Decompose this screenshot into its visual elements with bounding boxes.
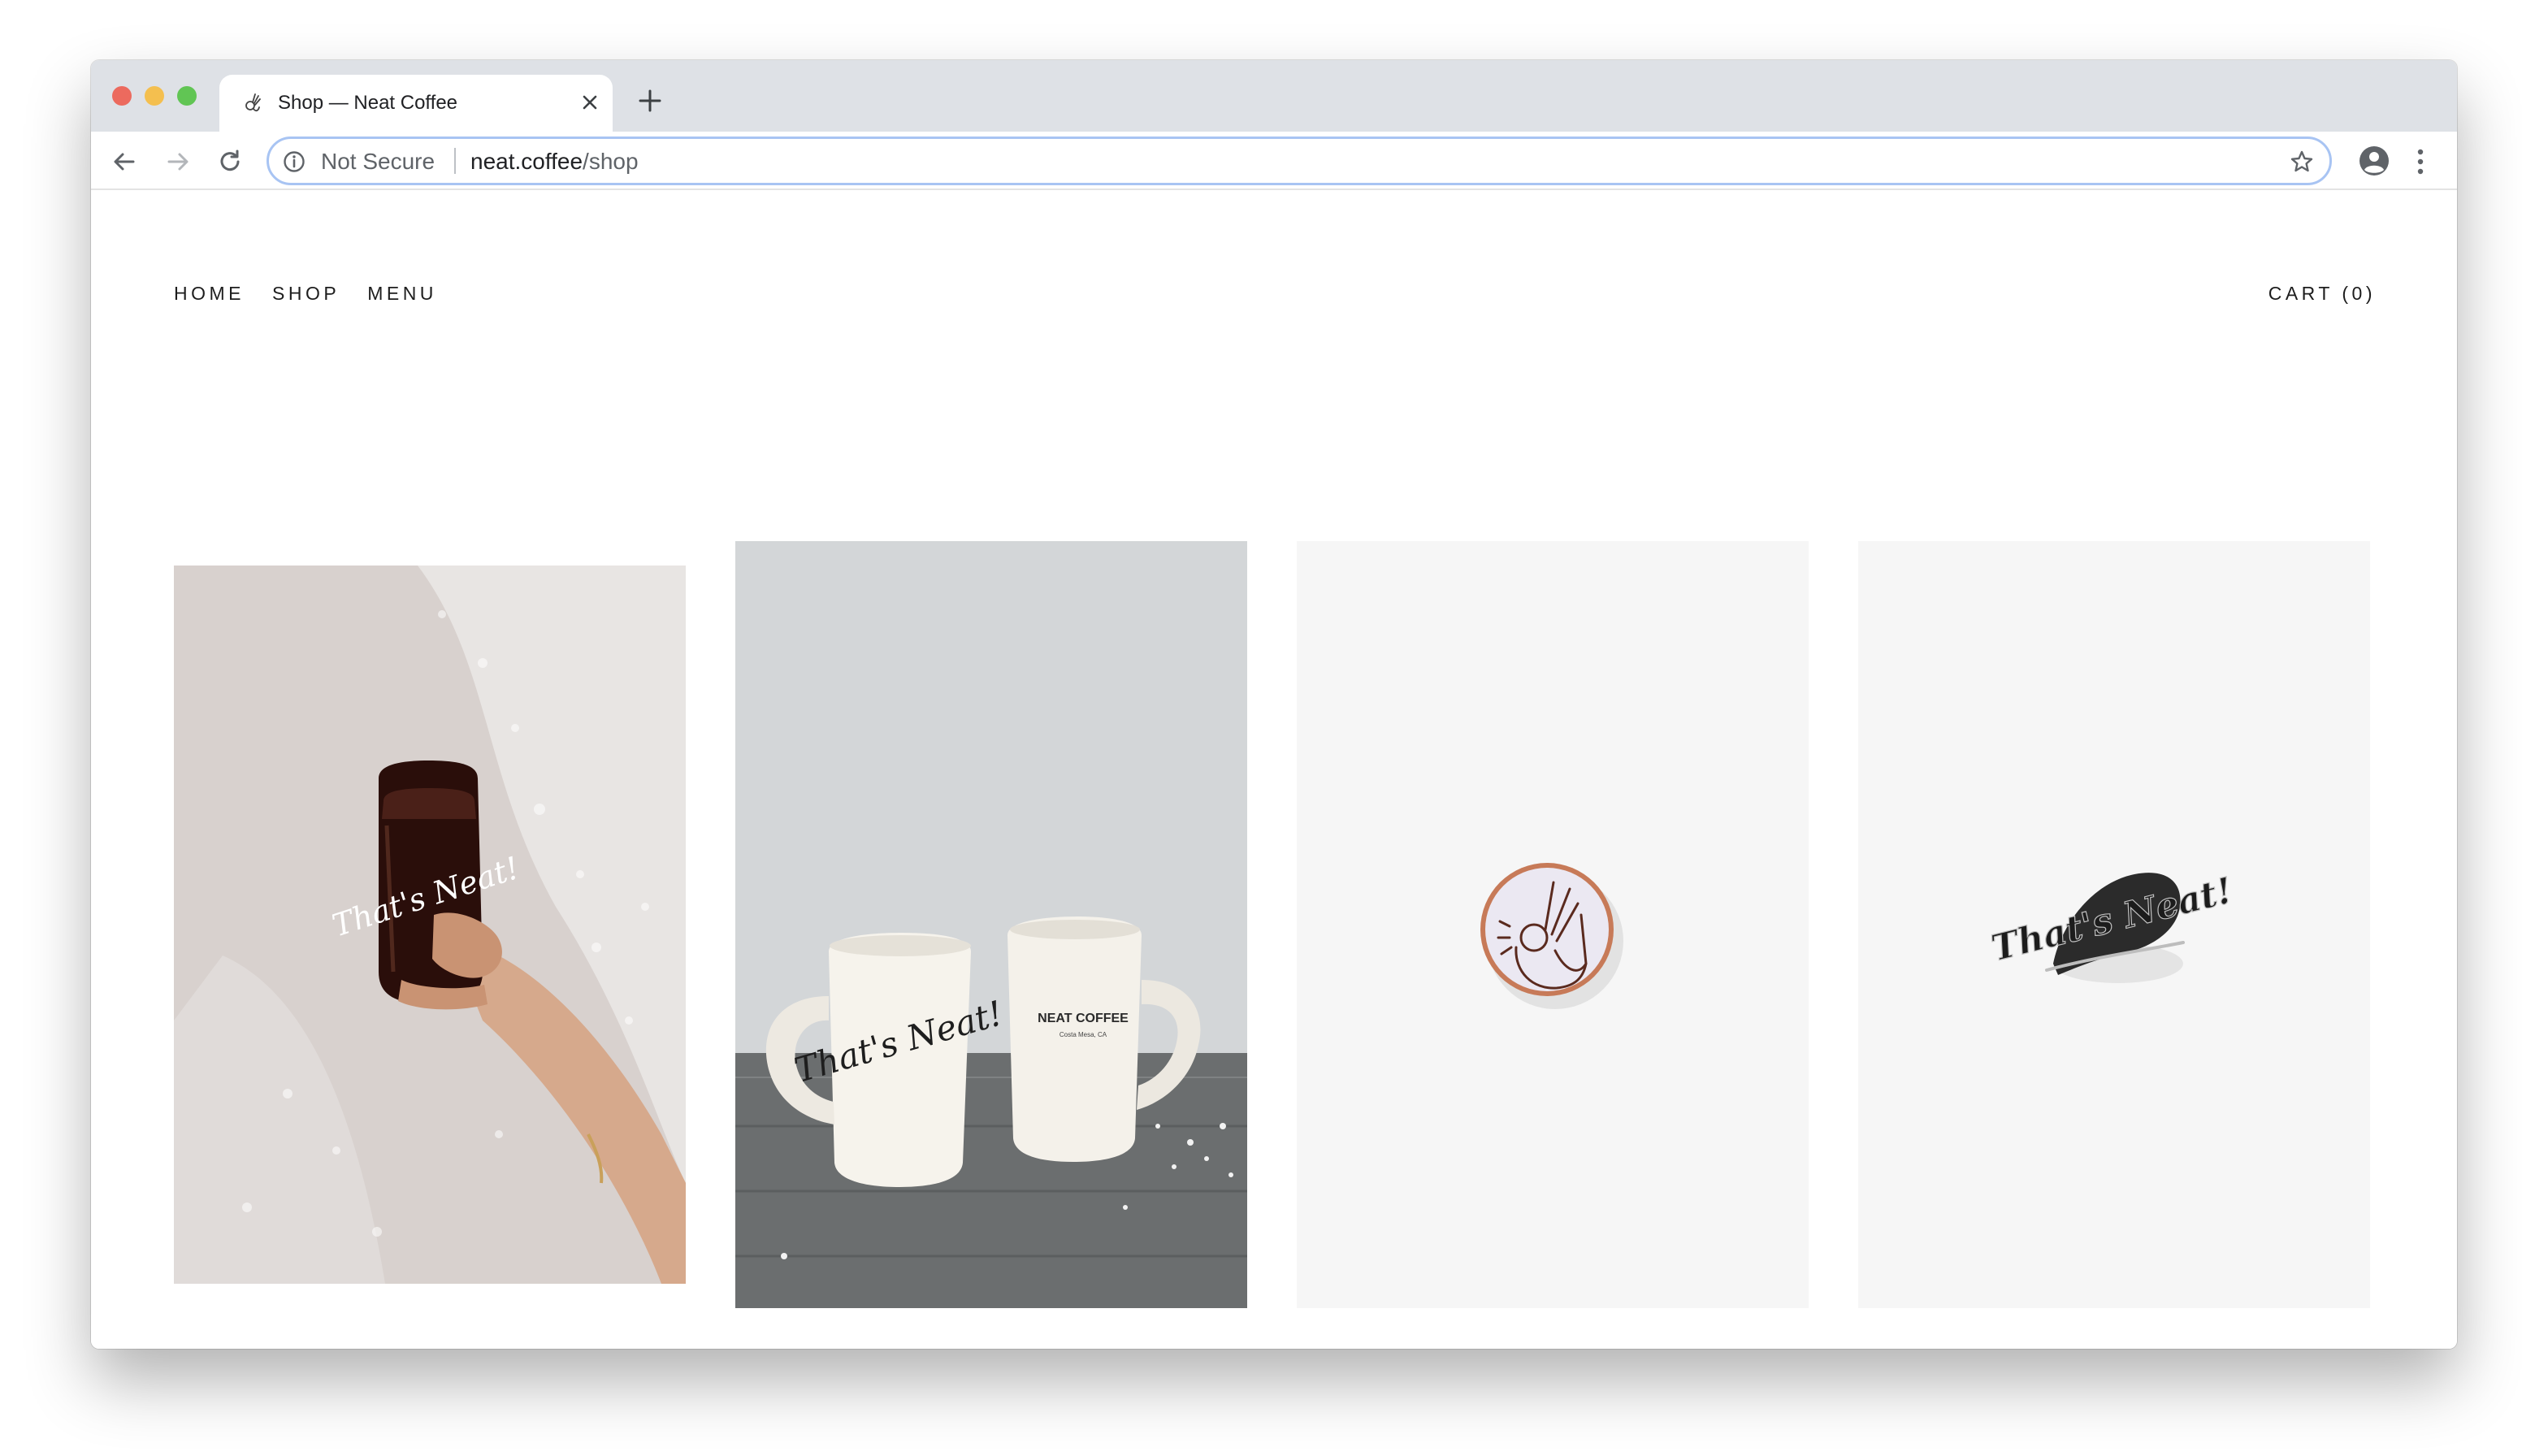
tab-strip: Shop — Neat Coffee (91, 60, 2457, 132)
url-path: /shop (583, 149, 639, 174)
product-card-diner-mugs[interactable]: NEAT COFFEE Costa Mesa, CA That's Neat! (735, 541, 1247, 1308)
close-icon[interactable] (578, 91, 601, 114)
maximize-window-button[interactable] (177, 86, 197, 106)
url-text[interactable]: neat.coffee/shop (470, 150, 639, 174)
plus-icon[interactable] (637, 88, 663, 114)
tab-shop[interactable]: Shop — Neat Coffee (219, 75, 613, 132)
arrow-left-icon[interactable] (110, 148, 138, 176)
tab-title: Shop — Neat Coffee (278, 92, 458, 114)
product-card-ok-hand-pin[interactable] (1297, 541, 1809, 1308)
info-icon[interactable] (282, 150, 306, 174)
security-status[interactable]: Not Secure (321, 150, 435, 174)
product-image-diner-mugs: NEAT COFFEE Costa Mesa, CA That's Neat! (735, 541, 1247, 1308)
ok-hand-icon (245, 93, 261, 112)
page-content: HOME SHOP MENU CART (0) That's Neat! NEA… (91, 192, 2457, 1349)
nav-shop-link[interactable]: SHOP (272, 283, 340, 305)
reload-icon[interactable] (216, 148, 244, 176)
more-vert-icon[interactable] (2415, 146, 2426, 177)
mug-right-sublettering: Costa Mesa, CA (1060, 1031, 1107, 1038)
product-card-script-pin[interactable]: That's Neat! (1858, 541, 2370, 1308)
url-host: neat.coffee (470, 149, 583, 174)
account-circle-icon[interactable] (2358, 145, 2390, 177)
mug-right-lettering: NEAT COFFEE (1038, 1012, 1129, 1025)
omnibox-divider (454, 148, 456, 174)
address-bar[interactable]: Not Secure neat.coffee/shop (266, 136, 2332, 185)
product-image-ok-hand-pin (1480, 863, 1623, 1009)
product-card-iced-coffee-glass[interactable]: That's Neat! (174, 566, 686, 1284)
site-nav: HOME SHOP MENU (174, 283, 437, 305)
product-image-script-pin: That's Neat! (1987, 869, 2238, 983)
star-icon[interactable] (2289, 149, 2315, 175)
nav-menu-link[interactable]: MENU (367, 283, 437, 305)
product-image-iced-coffee-glass: That's Neat! (174, 566, 686, 1284)
nav-home-link[interactable]: HOME (174, 283, 245, 305)
minimize-window-button[interactable] (145, 86, 164, 106)
cart-link[interactable]: CART (0) (2268, 283, 2376, 305)
arrow-right-icon[interactable] (164, 148, 192, 176)
browser-toolbar: Not Secure neat.coffee/shop (91, 132, 2457, 190)
close-window-button[interactable] (112, 86, 132, 106)
browser-window: Shop — Neat Coffee Not Secure neat.coffe… (91, 60, 2457, 1349)
